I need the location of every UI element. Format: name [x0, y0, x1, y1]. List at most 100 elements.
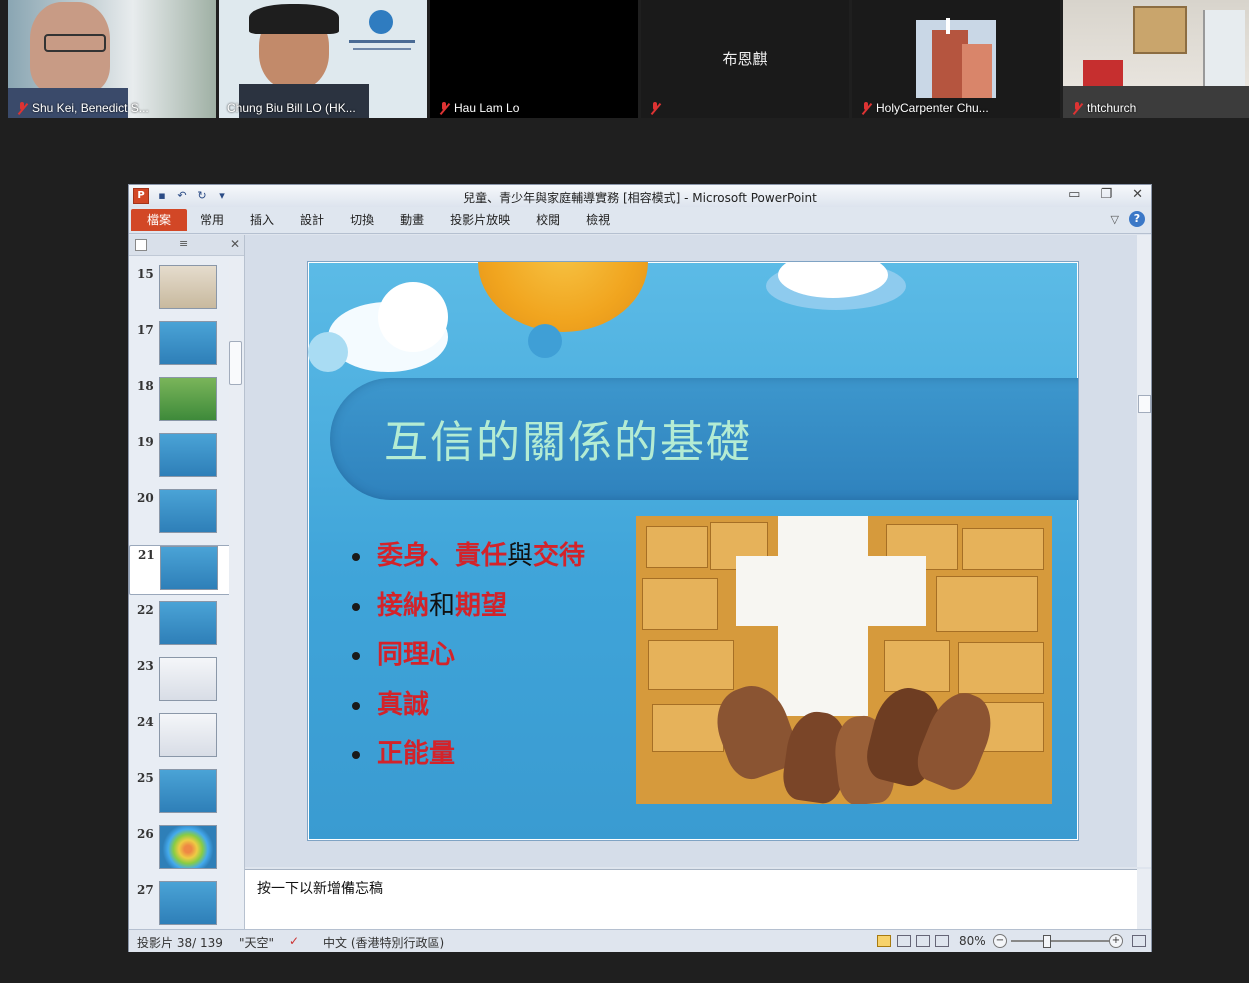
mic-muted-icon: [16, 101, 28, 115]
tab-transitions[interactable]: 切換: [337, 207, 387, 233]
slide-thumbnail[interactable]: 21: [129, 545, 231, 595]
participant-strip: Shu Kei, Benedict S... Chung Biu Bill LO…: [0, 0, 1249, 120]
slide-sorter-view-icon[interactable]: [897, 935, 911, 947]
bullet-dot-icon: [352, 751, 360, 759]
slide-number: 17: [137, 323, 154, 337]
thumbnails-scrollbar[interactable]: [229, 259, 242, 923]
slide-thumbnail[interactable]: 15: [129, 265, 229, 313]
close-icon[interactable]: ✕: [1132, 187, 1143, 202]
slide-thumbnail[interactable]: 22: [129, 601, 229, 649]
tab-home[interactable]: 常用: [187, 207, 237, 233]
tab-insert[interactable]: 插入: [237, 207, 287, 233]
reading-view-icon[interactable]: [916, 935, 930, 947]
tab-slideshow[interactable]: 投影片放映: [437, 207, 523, 233]
slide-number: 27: [137, 883, 154, 897]
language-indicator[interactable]: 中文 (香港特別行政區): [323, 934, 444, 951]
spellcheck-icon[interactable]: ✓: [289, 934, 299, 948]
slide-thumbnail[interactable]: 17: [129, 321, 229, 369]
zoom-slider-thumb[interactable]: [1043, 935, 1051, 948]
slide-thumbnail[interactable]: 19: [129, 433, 229, 481]
slide-picture-cross-hands[interactable]: [636, 516, 1052, 804]
slide-thumbnail-image[interactable]: [159, 265, 217, 309]
tab-animations[interactable]: 動畫: [387, 207, 437, 233]
slide-thumbnail-image[interactable]: [159, 489, 217, 533]
participant-name: Shu Kei, Benedict S...: [32, 101, 149, 115]
slide-thumbnail[interactable]: 18: [129, 377, 229, 425]
slide-thumbnail-image[interactable]: [159, 769, 217, 813]
slide-title[interactable]: 互信的關係的基礎: [384, 406, 752, 470]
bullet-text: 同理心: [377, 640, 456, 670]
slide-thumbnail[interactable]: 25: [129, 769, 229, 817]
pane-tabs: ≡ ✕: [129, 235, 244, 256]
slide-thumbnail[interactable]: 26: [129, 825, 229, 873]
minimize-icon[interactable]: ▭: [1068, 187, 1080, 202]
slide-thumbnail-image[interactable]: [159, 713, 217, 757]
expand-ribbon-icon[interactable]: ▽: [1111, 213, 1119, 226]
notes-placeholder[interactable]: 按一下以新增備忘稿: [257, 878, 383, 898]
slide-counter: 投影片 38/ 139: [137, 936, 223, 950]
normal-view-icon[interactable]: [877, 935, 891, 947]
zoom-level[interactable]: 80%: [959, 934, 986, 948]
slide-thumbnail-image[interactable]: [159, 377, 217, 421]
slide-thumbnail[interactable]: 23: [129, 657, 229, 705]
slide-thumbnail-image[interactable]: [159, 825, 217, 869]
editor-scrollbar[interactable]: [1137, 235, 1151, 867]
slides-tab-icon[interactable]: [135, 239, 147, 251]
tab-view[interactable]: 檢視: [573, 207, 623, 233]
scrollbar-thumb[interactable]: [229, 341, 242, 385]
notes-pane[interactable]: 按一下以新增備忘稿: [245, 869, 1137, 930]
slide-thumbnail-image[interactable]: [159, 321, 217, 365]
tab-file[interactable]: 檔案: [131, 209, 188, 231]
slide-thumbnail[interactable]: 20: [129, 489, 229, 537]
tab-design[interactable]: 設計: [287, 207, 337, 233]
bullet-dot-icon: [352, 701, 360, 710]
participant-tile[interactable]: 布恩麒: [641, 0, 849, 118]
zoom-out-icon[interactable]: −: [993, 934, 1007, 948]
window-controls: ▭ ❐ ✕: [1068, 187, 1143, 202]
slide-thumbnail-image[interactable]: [160, 546, 218, 590]
bullet-text: 期望: [455, 590, 508, 621]
bullet-dot-icon: [352, 652, 360, 660]
slide-thumbnail[interactable]: 27: [129, 881, 229, 929]
participant-display-name: 布恩麒: [722, 50, 768, 68]
slide-thumbnails-pane: ≡ ✕ 15 17 18 19 20 21 22 23 24 25 26 27: [129, 235, 245, 929]
slideshow-view-icon[interactable]: [935, 935, 949, 947]
bullet-text: 接納: [377, 590, 430, 621]
zoom-in-icon[interactable]: +: [1109, 934, 1123, 948]
participant-name: Chung Biu Bill LO (HK...: [227, 101, 356, 115]
current-slide[interactable]: 互信的關係的基礎 委身、責任與交待 接納和期望同理心真誠正能量: [307, 261, 1079, 841]
participant-tile[interactable]: Hau Lam Lo: [430, 0, 638, 118]
slide-number: 22: [137, 603, 154, 617]
help-icon[interactable]: ?: [1129, 211, 1145, 227]
slide-number: 15: [137, 267, 154, 281]
notes-scrollbar[interactable]: [1137, 869, 1151, 929]
bullet-item: 正能量: [352, 730, 585, 780]
slide-thumbnail[interactable]: 24: [129, 713, 229, 761]
participant-tile[interactable]: HolyCarpenter Chu...: [852, 0, 1060, 118]
slide-number: 23: [137, 659, 154, 673]
outline-tab-icon[interactable]: ≡: [179, 237, 189, 250]
status-bar: 投影片 38/ 139 "天空" ✓ 中文 (香港特別行政區) 80% − +: [129, 929, 1151, 952]
bullet-text: 真誠: [377, 689, 430, 720]
bullet-item: 委身、責任與交待: [352, 532, 585, 582]
slide-thumbnail-image[interactable]: [159, 657, 217, 701]
participant-tile[interactable]: Shu Kei, Benedict S...: [8, 0, 216, 118]
moon-decoration: [478, 262, 648, 332]
restore-icon[interactable]: ❐: [1100, 187, 1112, 202]
slide-thumbnail-image[interactable]: [159, 433, 217, 477]
tab-review[interactable]: 校閱: [523, 207, 573, 233]
zoom-slider[interactable]: [1011, 940, 1115, 942]
bullet-dot-icon: [352, 602, 360, 611]
bullet-item: 接納和期望: [352, 582, 585, 632]
slide-thumbnail-image[interactable]: [159, 601, 217, 645]
participant-tile-active-speaker[interactable]: Chung Biu Bill LO (HK...: [219, 0, 427, 118]
title-bar: P ▪ ↶ ↻ ▾ 兒童、青少年與家庭輔導實務 [相容模式] - Microso…: [129, 185, 1151, 207]
participant-tile[interactable]: thtchurch: [1063, 0, 1249, 118]
bullet-item: 同理心: [352, 631, 585, 681]
close-pane-icon[interactable]: ✕: [230, 237, 240, 251]
slide-thumbnail-image[interactable]: [159, 881, 217, 925]
scrollbar-thumb[interactable]: [1138, 395, 1151, 413]
bullet-list[interactable]: 委身、責任與交待 接納和期望同理心真誠正能量: [352, 532, 585, 780]
fit-to-window-icon[interactable]: [1132, 935, 1146, 947]
powerpoint-window: P ▪ ↶ ↻ ▾ 兒童、青少年與家庭輔導實務 [相容模式] - Microso…: [128, 184, 1152, 952]
